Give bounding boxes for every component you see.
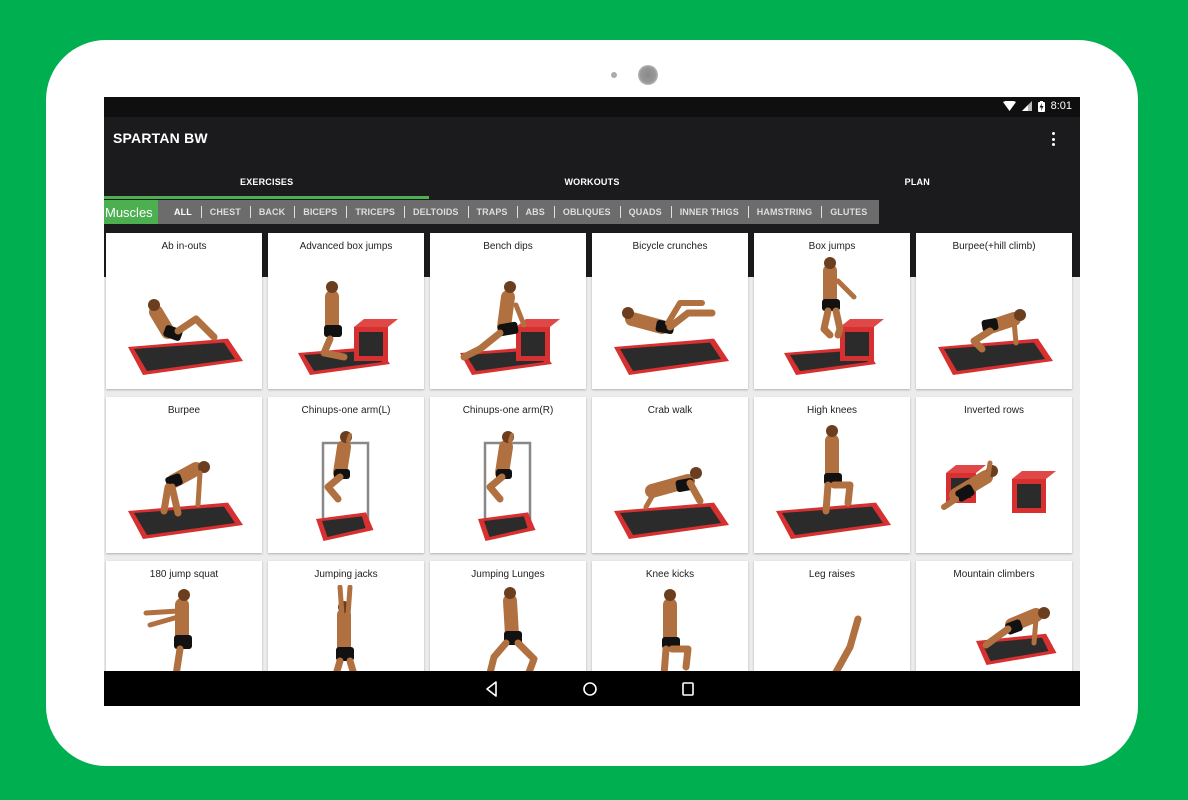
exercise-illustration bbox=[478, 431, 536, 541]
muscle-chip-hamstring[interactable]: HAMSTRING bbox=[747, 206, 821, 218]
exercise-card[interactable]: Inverted rows bbox=[916, 397, 1072, 553]
athlete-figure bbox=[643, 467, 704, 510]
status-time: 8:01 bbox=[1050, 100, 1072, 112]
muscle-chip-chest[interactable]: CHEST bbox=[200, 206, 250, 218]
more-vertical-icon[interactable] bbox=[1046, 130, 1060, 148]
exercise-card[interactable]: Burpee(+hill climb) bbox=[916, 233, 1072, 389]
status-bar: 8:01 bbox=[104, 97, 1080, 117]
exercise-card[interactable]: Box jumps bbox=[754, 233, 910, 389]
muscle-chip-biceps[interactable]: BICEPS bbox=[294, 206, 346, 218]
athlete-figure bbox=[622, 300, 716, 334]
exercise-card[interactable]: Chinups-one arm(R) bbox=[430, 397, 586, 553]
tab-exercises[interactable]: EXERCISES bbox=[104, 174, 430, 199]
exercise-illustration bbox=[316, 431, 374, 541]
muscle-chip-deltoids[interactable]: DELTOIDS bbox=[404, 206, 467, 218]
athlete-figure bbox=[486, 587, 538, 679]
exercise-card[interactable]: Advanced box jumps bbox=[268, 233, 424, 389]
exercise-title: Advanced box jumps bbox=[299, 241, 393, 252]
exercise-title: Crab walk bbox=[647, 405, 693, 416]
exercise-illustration bbox=[128, 461, 243, 539]
exercise-illustration bbox=[298, 281, 398, 375]
exercise-card[interactable]: Ab in-outs bbox=[106, 233, 262, 389]
box-shape bbox=[354, 319, 398, 361]
home-icon[interactable] bbox=[581, 680, 599, 698]
exercise-card[interactable]: Bench dips bbox=[430, 233, 586, 389]
athlete-figure bbox=[660, 589, 692, 679]
exercise-title: Box jumps bbox=[808, 241, 856, 252]
exercise-illustration bbox=[784, 257, 884, 375]
exercise-title: Inverted rows bbox=[963, 405, 1025, 416]
muscle-chip-inner-thigs[interactable]: INNER THIGS bbox=[670, 206, 748, 218]
navigation-bar bbox=[104, 671, 1080, 706]
exercise-title: Burpee bbox=[167, 405, 201, 416]
muscle-chip-back[interactable]: BACK bbox=[249, 206, 294, 218]
exercise-title: Jumping jacks bbox=[314, 569, 378, 580]
exercise-illustration bbox=[941, 460, 1056, 513]
exercise-card[interactable]: High knees bbox=[754, 397, 910, 553]
exercise-illustration bbox=[460, 281, 560, 375]
exercise-grid: Ab in-outs Advanced box jumps Bench dips Bi… bbox=[106, 233, 1078, 706]
muscle-chip-triceps[interactable]: TRICEPS bbox=[346, 206, 404, 218]
exercise-title: Jumping Lunges bbox=[471, 569, 545, 580]
muscle-chip-obliques[interactable]: OBLIQUES bbox=[553, 206, 620, 218]
device-screen: 8:01 SPARTAN BW EXERCISES WORKOUTS PLAN … bbox=[104, 97, 1080, 706]
wifi-icon bbox=[1002, 101, 1016, 111]
exercise-title: Bench dips bbox=[483, 241, 533, 252]
exercise-title: Bicycle crunches bbox=[632, 241, 708, 252]
exercise-card[interactable]: Chinups-one arm(L) bbox=[268, 397, 424, 553]
exercise-title: Leg raises bbox=[808, 569, 856, 580]
tab-label: PLAN bbox=[904, 177, 930, 187]
exercise-title: Chinups-one arm(R) bbox=[462, 405, 554, 416]
tab-plan[interactable]: PLAN bbox=[755, 174, 1080, 197]
app-title: SPARTAN BW bbox=[113, 130, 208, 146]
exercise-title: Chinups-one arm(L) bbox=[301, 405, 391, 416]
box-shape bbox=[1012, 471, 1056, 513]
box-shape bbox=[840, 319, 884, 361]
athlete-figure bbox=[143, 589, 192, 679]
muscles-label: Muscles bbox=[104, 200, 158, 224]
athlete-figure bbox=[460, 281, 527, 361]
exercise-title: 180 jump squat bbox=[149, 569, 219, 580]
exercise-illustration bbox=[938, 309, 1053, 375]
sensor-dot bbox=[611, 72, 617, 78]
tab-workouts[interactable]: WORKOUTS bbox=[429, 174, 754, 197]
exercise-title: Mountain climbers bbox=[953, 569, 1035, 580]
exercise-title: Knee kicks bbox=[645, 569, 695, 580]
athlete-figure bbox=[148, 299, 218, 341]
recents-icon[interactable] bbox=[679, 680, 697, 698]
exercise-illustration bbox=[776, 425, 891, 539]
battery-charging-icon bbox=[1037, 100, 1045, 112]
back-icon[interactable] bbox=[483, 680, 501, 698]
muscle-filter-bar: Muscles ALL CHEST BACK BICEPS TRICEPS DELTOID… bbox=[104, 200, 880, 224]
athlete-figure bbox=[822, 425, 854, 515]
athlete-figure bbox=[330, 585, 360, 685]
exercise-illustration bbox=[128, 299, 243, 375]
exercise-card[interactable]: Bicycle crunches bbox=[592, 233, 748, 389]
exercise-card[interactable]: Crab walk bbox=[592, 397, 748, 553]
exercise-title: High knees bbox=[806, 405, 858, 416]
front-camera bbox=[638, 65, 658, 85]
exercise-title: Burpee(+hill climb) bbox=[952, 241, 1036, 252]
tab-label: EXERCISES bbox=[240, 177, 294, 187]
muscle-chip-glutes[interactable]: GLUTES bbox=[821, 206, 876, 218]
tab-label: WORKOUTS bbox=[564, 177, 620, 187]
exercise-title: Ab in-outs bbox=[161, 241, 207, 252]
athlete-figure bbox=[486, 431, 514, 503]
cellular-signal-icon bbox=[1021, 101, 1032, 111]
muscle-chip-traps[interactable]: TRAPS bbox=[467, 206, 517, 218]
muscle-chip-list: ALL CHEST BACK BICEPS TRICEPS DELTOIDS TRAPS AB… bbox=[158, 200, 880, 224]
muscle-chip-all[interactable]: ALL bbox=[158, 207, 201, 217]
exercise-card[interactable]: Burpee bbox=[106, 397, 262, 553]
muscle-chip-abs[interactable]: ABS bbox=[516, 206, 554, 218]
selected-tab-indicator bbox=[104, 196, 430, 199]
exercise-illustration bbox=[614, 467, 729, 539]
tab-bar: EXERCISES WORKOUTS PLAN bbox=[104, 174, 1080, 199]
athlete-figure bbox=[324, 431, 352, 503]
athlete-figure bbox=[320, 281, 348, 361]
muscle-chip-quads[interactable]: QUADS bbox=[619, 206, 671, 218]
exercise-illustration bbox=[614, 300, 729, 375]
